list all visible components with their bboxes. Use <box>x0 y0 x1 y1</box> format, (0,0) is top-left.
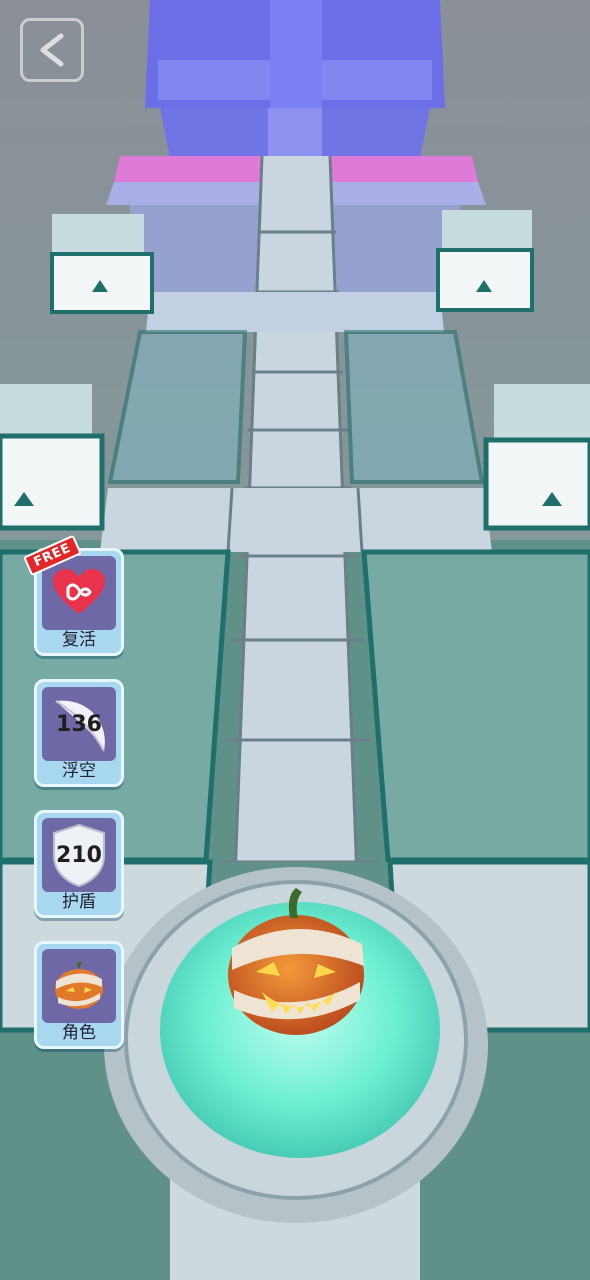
chevron-left-icon <box>40 33 64 67</box>
shield-button[interactable]: 210 护盾 <box>34 810 124 918</box>
character-button[interactable]: 角色 <box>34 941 124 1049</box>
shield-label: 护盾 <box>62 892 96 912</box>
shield-count: 210 <box>56 842 102 868</box>
float-button[interactable]: 136 浮空 <box>34 679 124 787</box>
float-count: 136 <box>56 711 102 737</box>
back-button[interactable] <box>20 18 84 82</box>
revive-label: 复活 <box>62 630 96 650</box>
heart-infinity-icon <box>53 569 105 614</box>
powerup-panel: FREE 复活 136 浮空 210 护盾 角色 <box>23 534 128 1072</box>
mummy-pumpkin-icon <box>55 961 103 1009</box>
float-label: 浮空 <box>62 761 96 781</box>
revive-button[interactable]: FREE 复活 <box>23 534 124 656</box>
character-label: 角色 <box>62 1023 96 1043</box>
